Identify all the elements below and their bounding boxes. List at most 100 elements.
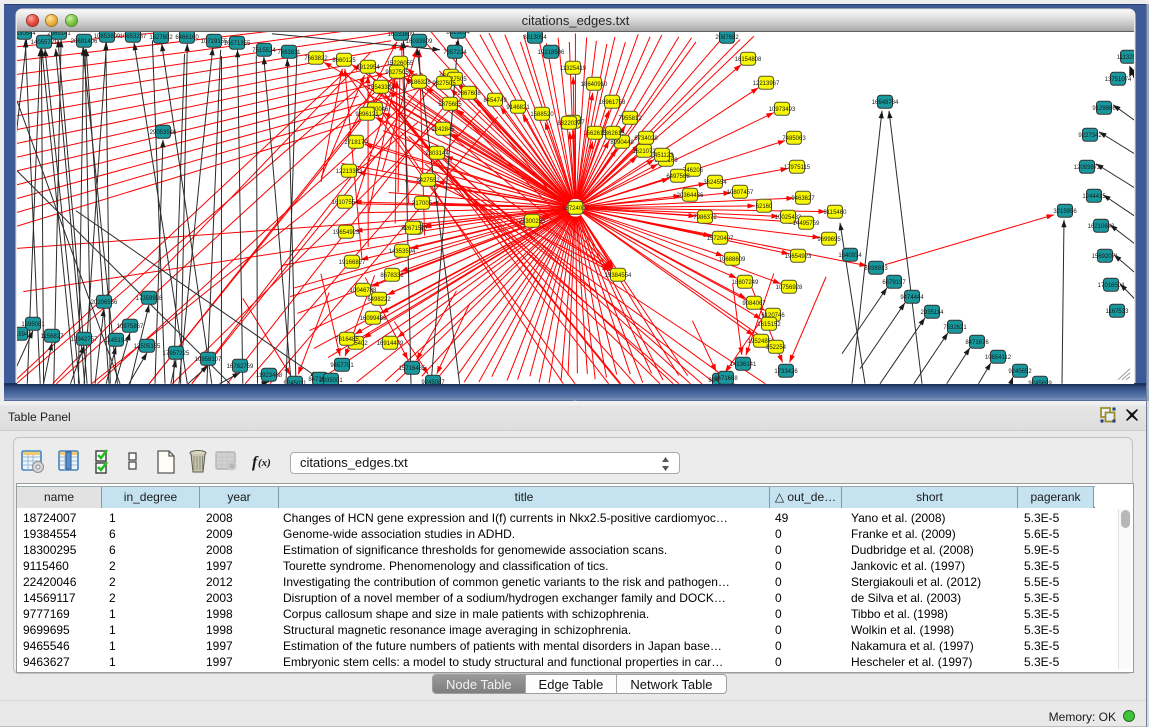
svg-text:10975867: 10975867 <box>117 323 144 329</box>
svg-text:7986372: 7986372 <box>693 214 717 220</box>
svg-text:2718170: 2718170 <box>344 139 368 145</box>
svg-text:1588520: 1588520 <box>530 111 554 117</box>
svg-text:1167533: 1167533 <box>1106 308 1130 314</box>
svg-text:11923468: 11923468 <box>256 372 283 378</box>
svg-text:1621072: 1621072 <box>632 148 656 154</box>
svg-text:12505155: 12505155 <box>134 343 161 349</box>
svg-text:9115460: 9115460 <box>824 209 848 215</box>
svg-text:(x): (x) <box>258 457 271 469</box>
svg-text:10688609: 10688609 <box>719 256 746 262</box>
svg-text:15692071: 15692071 <box>1092 253 1119 259</box>
svg-text:2803144: 2803144 <box>425 150 449 156</box>
svg-text:1145194: 1145194 <box>105 337 129 343</box>
svg-text:8912954: 8912954 <box>356 64 380 70</box>
svg-text:14495759: 14495759 <box>793 220 820 226</box>
svg-text:9129966: 9129966 <box>1092 105 1116 111</box>
svg-text:16033809: 16033809 <box>388 32 415 38</box>
svg-text:16099489: 16099489 <box>360 315 387 321</box>
svg-text:19384554: 19384554 <box>605 272 632 278</box>
svg-text:19654923: 19654923 <box>785 253 812 259</box>
svg-text:10807457: 10807457 <box>727 189 754 195</box>
svg-text:8990448: 8990448 <box>610 139 634 145</box>
svg-text:7955812: 7955812 <box>618 115 642 121</box>
svg-text:12093872: 12093872 <box>1074 164 1101 170</box>
svg-text:3915943: 3915943 <box>17 331 32 337</box>
svg-text:12213967: 12213967 <box>753 80 780 86</box>
svg-text:2087682: 2087682 <box>715 34 739 40</box>
svg-text:16543382: 16543382 <box>368 84 395 90</box>
svg-text:18640910: 18640910 <box>581 81 608 87</box>
svg-text:15716485: 15716485 <box>399 365 426 371</box>
svg-text:16648784: 16648784 <box>872 99 899 105</box>
svg-text:2069141: 2069141 <box>47 32 71 37</box>
svg-text:18807249: 18807249 <box>732 279 759 285</box>
svg-text:1156827: 1156827 <box>41 333 65 339</box>
svg-text:1640934: 1640934 <box>838 252 862 258</box>
svg-text:10654112: 10654112 <box>985 354 1012 360</box>
svg-text:8938913: 8938913 <box>864 265 888 271</box>
svg-text:9245652: 9245652 <box>1008 368 1032 374</box>
svg-text:8813054: 8813054 <box>523 34 547 40</box>
svg-text:12942757: 12942757 <box>71 336 98 342</box>
svg-text:7632621: 7632621 <box>943 324 967 330</box>
svg-text:9084067: 9084067 <box>742 300 766 306</box>
svg-text:17359938: 17359938 <box>136 295 163 301</box>
svg-text:9245011: 9245011 <box>284 380 308 383</box>
svg-text:16914479: 16914479 <box>377 340 404 346</box>
svg-text:1615152: 1615152 <box>757 321 781 327</box>
svg-text:9245087: 9245087 <box>421 379 445 383</box>
svg-text:9457791: 9457791 <box>330 362 354 368</box>
svg-text:9474444: 9474444 <box>900 294 924 300</box>
svg-text:3215956: 3215956 <box>1053 208 1077 214</box>
svg-text:14055721: 14055721 <box>31 39 58 45</box>
svg-text:1244415: 1244415 <box>1082 193 1106 199</box>
svg-text:5875685: 5875685 <box>438 101 462 107</box>
svg-text:1527602: 1527602 <box>149 34 173 40</box>
svg-text:19218506: 19218506 <box>538 49 565 55</box>
svg-text:7357224: 7357224 <box>443 49 467 55</box>
svg-text:29053546: 29053546 <box>150 129 177 135</box>
svg-text:7485063: 7485063 <box>782 135 806 141</box>
svg-text:9327505: 9327505 <box>432 80 456 86</box>
svg-text:10958107: 10958107 <box>195 356 222 362</box>
svg-text:16782759: 16782759 <box>227 363 254 369</box>
svg-text:9245699: 9245699 <box>1028 380 1052 383</box>
svg-text:8471688: 8471688 <box>714 375 738 381</box>
svg-text:8322037: 8322037 <box>557 120 581 126</box>
svg-text:8471676: 8471676 <box>965 339 989 345</box>
svg-text:1830544: 1830544 <box>17 32 36 37</box>
svg-text:9463627: 9463627 <box>791 195 815 201</box>
svg-text:7663822: 7663822 <box>304 55 328 61</box>
svg-text:8267150: 8267150 <box>401 225 425 231</box>
svg-text:2867608: 2867608 <box>457 90 481 96</box>
svg-text:10653267: 10653267 <box>120 33 147 39</box>
svg-text:19166827: 19166827 <box>339 259 366 265</box>
svg-text:7663811: 7663811 <box>278 49 302 55</box>
svg-text:21300235: 21300235 <box>519 218 546 224</box>
svg-text:13751074: 13751074 <box>1105 76 1132 82</box>
svg-text:7515524: 7515524 <box>252 47 276 53</box>
svg-text:16210643: 16210643 <box>1088 223 1115 229</box>
svg-text:14353594: 14353594 <box>389 248 416 254</box>
svg-text:14136141: 14136141 <box>730 361 757 367</box>
svg-text:8427552: 8427552 <box>416 177 440 183</box>
svg-text:10973493: 10973493 <box>769 106 796 112</box>
svg-text:16107554: 16107554 <box>332 199 359 205</box>
svg-text:6734028: 6734028 <box>634 135 658 141</box>
svg-text:8678332: 8678332 <box>380 272 404 278</box>
svg-text:9227342: 9227342 <box>1078 132 1102 138</box>
svg-text:3624554: 3624554 <box>703 179 727 185</box>
svg-text:1362615: 1362615 <box>601 130 625 136</box>
svg-text:6497568: 6497568 <box>666 173 690 179</box>
svg-text:15720407: 15720407 <box>707 235 734 241</box>
svg-text:1113254: 1113254 <box>1117 54 1134 60</box>
svg-text:2935001: 2935001 <box>319 377 343 383</box>
svg-text:20206556: 20206556 <box>91 299 118 305</box>
svg-text:1733426: 1733426 <box>774 368 798 374</box>
svg-text:16154808: 16154808 <box>735 56 762 62</box>
svg-text:17975115: 17975115 <box>784 164 811 170</box>
svg-text:9896121: 9896121 <box>355 111 379 117</box>
svg-text:12213383: 12213383 <box>336 168 363 174</box>
svg-text:8454749: 8454749 <box>483 97 507 103</box>
svg-text:16033809: 16033809 <box>406 38 433 44</box>
